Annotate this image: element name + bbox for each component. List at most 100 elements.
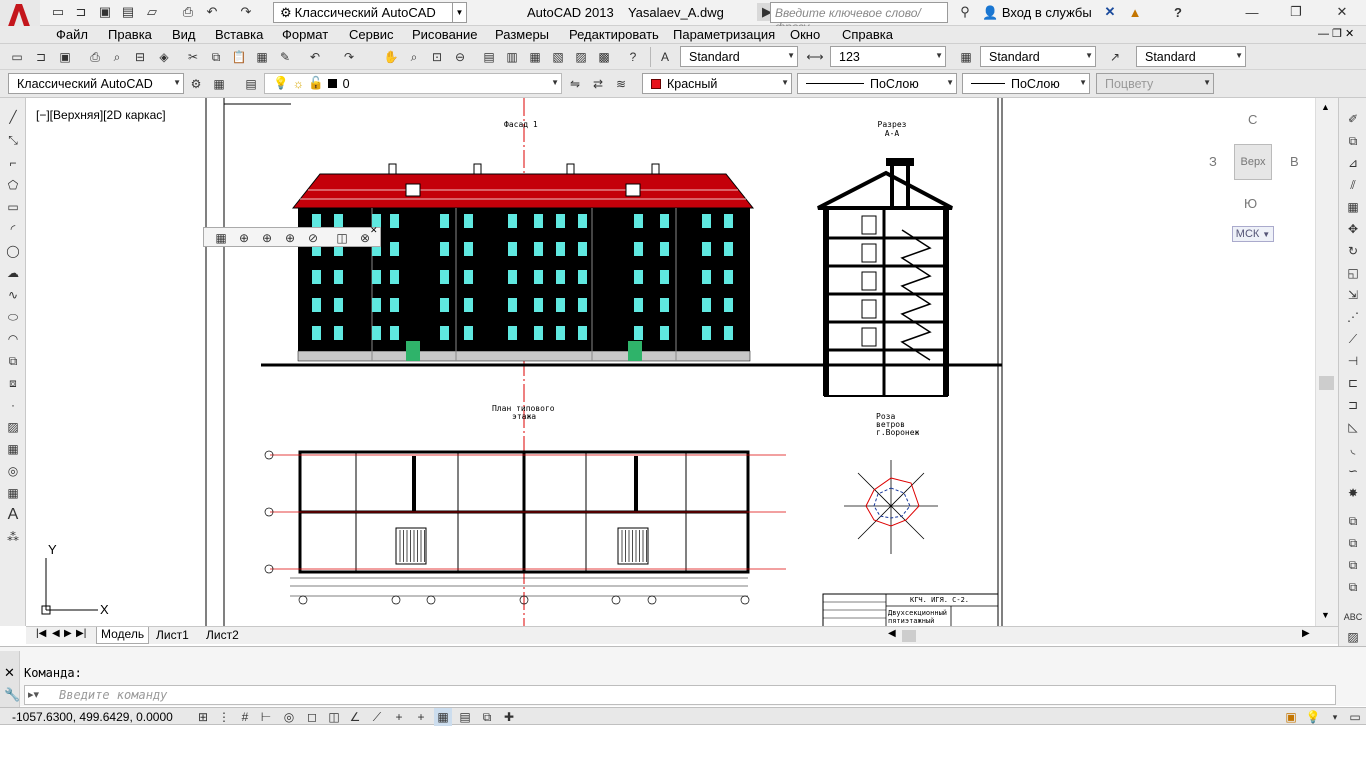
transparency-icon[interactable]: ▦ [434, 708, 452, 726]
chamfer-icon[interactable]: ◺ [1344, 418, 1362, 436]
close-icon[interactable]: ✕ [370, 225, 378, 236]
paste-block-icon[interactable]: ▦ [253, 48, 271, 66]
close-icon[interactable]: ✕ [1332, 3, 1352, 21]
table-icon[interactable]: ▦ [4, 484, 22, 502]
named-views-icon[interactable]: ▦ [212, 229, 230, 247]
plot-preview-icon[interactable]: ⌕ [108, 48, 126, 66]
menu-draw[interactable]: Рисование [412, 27, 477, 42]
blend-icon[interactable]: ∽ [1344, 462, 1362, 480]
plot-preview-icon[interactable]: ▱ [142, 3, 162, 21]
3d-view-icon[interactable]: ◫ [333, 229, 351, 247]
layer-combo[interactable]: 💡 ☼ 🔓 0 ▼ [264, 73, 562, 94]
hscroll-thumb[interactable] [902, 630, 916, 642]
mirror-icon[interactable]: ⊿ [1344, 154, 1362, 172]
insert-block-icon[interactable]: ⧉ [4, 352, 22, 370]
new-icon[interactable]: ▭ [48, 3, 68, 21]
tab-model[interactable]: Модель [96, 627, 150, 644]
markup-icon[interactable]: ▨ [572, 48, 590, 66]
point-icon[interactable]: · [4, 396, 22, 414]
text-to-front-icon[interactable]: ABC [1344, 608, 1363, 626]
table-style-icon[interactable]: ▦ [957, 48, 975, 66]
polygon-icon[interactable]: ⬠ [4, 176, 22, 194]
command-prompt-icon[interactable]: ▸▾ [28, 688, 39, 701]
open-icon[interactable]: ⊐ [32, 48, 50, 66]
scroll-thumb[interactable] [1319, 376, 1334, 390]
help-icon[interactable]: ? [624, 48, 642, 66]
menu-view[interactable]: Вид [172, 27, 196, 42]
hardware-acceleration-icon[interactable]: 💡 [1304, 708, 1322, 726]
viewcube-north[interactable]: С [1248, 112, 1257, 127]
menu-tools[interactable]: Сервис [349, 27, 394, 42]
save-icon[interactable]: ▣ [56, 48, 74, 66]
status-menu-icon[interactable]: ▾ [1326, 708, 1344, 726]
command-input[interactable]: Введите команду [24, 685, 1336, 705]
menu-modify[interactable]: Редактировать [569, 27, 659, 42]
annotation-monitor-icon[interactable]: ✚ [500, 708, 518, 726]
hscroll-left-icon[interactable]: ◀ [884, 628, 900, 639]
restore-icon[interactable]: ❐ [1286, 3, 1306, 21]
workspace-combo[interactable]: ⚙ Классический AutoCAD ▼ [273, 2, 467, 23]
viewcube-west[interactable]: З [1209, 154, 1217, 169]
draw-order-back-icon[interactable]: ⧉ [1344, 534, 1362, 552]
lineweight-toggle-icon[interactable]: + [412, 708, 430, 726]
copy-icon[interactable]: ⧉ [207, 48, 225, 66]
polyline-icon[interactable]: ⌐ [4, 154, 22, 172]
revision-cloud-icon[interactable]: ☁ [4, 264, 22, 282]
coordinates-readout[interactable]: -1057.6300, 499.6429, 0.0000 [12, 710, 173, 724]
workspace-combo-secondary[interactable]: Классический AutoCAD ▼ [8, 73, 184, 94]
viewcube-face[interactable]: Верх [1234, 144, 1272, 180]
cut-icon[interactable]: ✂ [184, 48, 202, 66]
stretch-icon[interactable]: ⇲ [1344, 286, 1362, 304]
zoom-previous-icon[interactable]: ⊖ [451, 48, 469, 66]
mleader-style-combo[interactable]: Standard ▼ [1136, 46, 1246, 67]
gradient-icon[interactable]: ▦ [4, 440, 22, 458]
join-icon[interactable]: ⊐ [1344, 396, 1362, 414]
mleader-style-icon[interactable]: ↗ [1106, 48, 1124, 66]
quick-properties-icon[interactable]: ▤ [456, 708, 474, 726]
zoom-window-icon[interactable]: ⊡ [428, 48, 446, 66]
wrench-icon[interactable]: 🔧 [4, 687, 20, 703]
ellipse-arc-icon[interactable]: ◠ [4, 330, 22, 348]
tab-layout2[interactable]: Лист2 [202, 628, 243, 642]
command-grip[interactable]: ✕ 🔧 [0, 651, 20, 707]
help-icon[interactable]: ? [1168, 3, 1188, 21]
offset-icon[interactable]: ⫽ [1344, 176, 1362, 194]
osnap-icon[interactable]: ◻ [303, 708, 321, 726]
menu-insert[interactable]: Вставка [215, 27, 263, 42]
move-icon[interactable]: ✥ [1344, 220, 1362, 238]
make-block-icon[interactable]: ⧈ [4, 374, 22, 392]
break-at-point-icon[interactable]: ⊣ [1344, 352, 1362, 370]
ortho-icon[interactable]: ⊢ [257, 708, 275, 726]
orbit-icon[interactable]: ⊕ [235, 229, 253, 247]
multiline-text-icon[interactable]: A [4, 506, 22, 524]
polar-icon[interactable]: ◎ [280, 708, 298, 726]
grid-icon[interactable]: # [236, 708, 254, 726]
layer-previous-icon[interactable]: ⇄ [589, 75, 607, 93]
scale-icon[interactable]: ◱ [1344, 264, 1362, 282]
new-icon[interactable]: ▭ [8, 48, 26, 66]
match-properties-icon[interactable]: ✎ [276, 48, 294, 66]
break-icon[interactable]: ⊏ [1344, 374, 1362, 392]
menu-file[interactable]: Файл [56, 27, 88, 42]
pan-icon[interactable]: ✋ [382, 48, 400, 66]
sheet-set-icon[interactable]: ▧ [549, 48, 567, 66]
scroll-up-icon[interactable]: ▲ [1321, 102, 1330, 112]
spline-icon[interactable]: ∿ [4, 286, 22, 304]
ucs-menu[interactable]: МСК ▼ [1232, 226, 1274, 242]
explode-icon[interactable]: ✸ [1344, 484, 1362, 502]
app-store-icon[interactable]: ▲ [1125, 3, 1145, 21]
trim-icon[interactable]: ⋰ [1344, 308, 1362, 326]
binoculars-icon[interactable]: ⚲ [955, 3, 975, 21]
layer-states-icon[interactable]: ≋ [612, 75, 630, 93]
doc-window-controls[interactable]: — ❐ ✕ [1318, 27, 1354, 40]
menu-window[interactable]: Окно [790, 27, 820, 42]
tab-layout1[interactable]: Лист1 [152, 628, 193, 642]
viewcube-south[interactable]: Ю [1244, 196, 1257, 211]
camera-icon[interactable]: ⊘ [304, 229, 322, 247]
tool-palettes-icon[interactable]: ▦ [526, 48, 544, 66]
gear-icon[interactable]: ⚙ [187, 75, 205, 93]
arc-icon[interactable]: ◜ [4, 220, 22, 238]
dim-style-icon[interactable]: ⟷ [806, 48, 824, 66]
infer-constraints-icon[interactable]: ⊞ [194, 708, 212, 726]
paste-icon[interactable]: 📋 [230, 48, 248, 66]
